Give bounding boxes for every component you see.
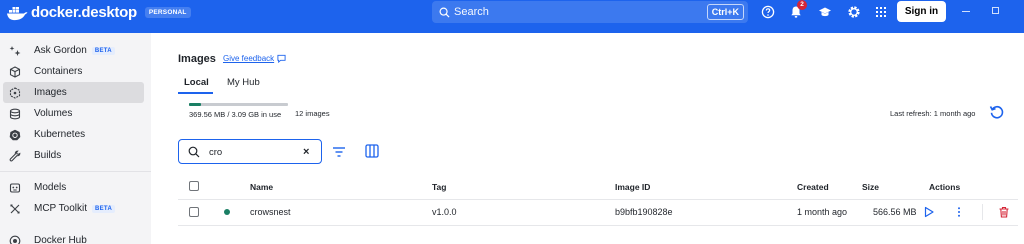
column-header-size[interactable]: Size <box>862 182 879 192</box>
column-header-actions: Actions <box>929 182 961 192</box>
disk-usage-fill <box>189 103 201 106</box>
sidebar: Ask Gordon BETA Containers Images Volume… <box>0 33 151 244</box>
title-bar: docker.desktop PERSONAL Search Ctrl+K 2 … <box>0 0 1024 33</box>
search-shortcut: Ctrl+K <box>706 4 744 20</box>
delete-icon[interactable] <box>998 206 1010 218</box>
containers-icon <box>8 65 22 79</box>
brand-name: docker.desktop <box>31 4 137 21</box>
sidebar-item-kubernetes[interactable]: Kubernetes <box>3 124 144 145</box>
filter-icon[interactable] <box>332 146 346 158</box>
builds-icon <box>8 149 22 163</box>
sidebar-item-containers[interactable]: Containers <box>3 61 144 82</box>
column-header-image-id[interactable]: Image ID <box>615 182 650 192</box>
sidebar-item-mcp-toolkit[interactable]: MCP Toolkit BETA <box>3 198 144 219</box>
column-header-name[interactable]: Name <box>250 182 273 192</box>
sidebar-item-label: Kubernetes <box>34 129 86 140</box>
sidebar-item-images[interactable]: Images <box>3 82 144 103</box>
feedback-icon <box>277 54 286 63</box>
notification-badge: 2 <box>797 0 807 10</box>
row-checkbox[interactable] <box>189 207 199 217</box>
give-feedback-label: Give feedback <box>223 54 275 63</box>
sidebar-divider <box>0 171 151 172</box>
columns-icon[interactable] <box>365 144 379 158</box>
search-input-value: cro <box>209 147 223 158</box>
image-search-input[interactable]: cro × <box>178 139 322 164</box>
table-header-divider <box>178 199 1018 200</box>
docker-logo: docker.desktop PERSONAL <box>6 4 191 21</box>
search-icon <box>188 146 200 158</box>
models-icon <box>8 181 22 195</box>
sidebar-item-docker-hub[interactable]: Docker Hub <box>3 230 144 244</box>
kubernetes-icon <box>8 128 22 142</box>
active-tab-indicator <box>178 92 213 94</box>
sidebar-item-volumes[interactable]: Volumes <box>3 103 144 124</box>
sidebar-item-models[interactable]: Models <box>3 177 144 198</box>
image-count: 12 images <box>295 109 330 118</box>
volumes-icon <box>8 107 22 121</box>
column-header-tag[interactable]: Tag <box>432 182 446 192</box>
minimize-window-icon[interactable] <box>962 11 970 12</box>
mcp-icon <box>8 202 22 216</box>
help-icon[interactable] <box>761 5 775 19</box>
image-tag: v1.0.0 <box>432 207 457 217</box>
last-refresh-text: Last refresh: 1 month ago <box>890 109 976 118</box>
images-icon <box>8 86 22 100</box>
disk-usage-text: 369.56 MB / 3.09 GB in use <box>189 110 282 119</box>
beta-badge: BETA <box>91 204 116 213</box>
plan-badge: PERSONAL <box>144 7 191 18</box>
gear-icon[interactable] <box>847 5 861 19</box>
docker-whale-icon <box>7 6 28 20</box>
table-row-divider <box>178 225 1018 226</box>
beta-badge: BETA <box>91 46 115 55</box>
refresh-icon[interactable] <box>989 104 1005 120</box>
image-id[interactable]: b9bfb190828e <box>615 207 673 217</box>
sidebar-item-label: Images <box>34 87 67 98</box>
docker-hub-icon <box>8 234 22 244</box>
select-all-checkbox[interactable] <box>189 181 199 191</box>
image-size: 566.56 MB <box>873 207 917 217</box>
sidebar-item-builds[interactable]: Builds <box>3 145 144 166</box>
sidebar-item-label: Ask Gordon <box>34 45 87 56</box>
sidebar-item-ask-gordon[interactable]: Ask Gordon BETA <box>3 40 144 61</box>
global-search[interactable]: Search Ctrl+K <box>432 1 748 23</box>
sidebar-item-label: Models <box>34 182 67 193</box>
in-use-status-dot <box>224 209 230 215</box>
column-header-created[interactable]: Created <box>797 182 829 192</box>
tab-my-hub[interactable]: My Hub <box>227 77 260 88</box>
extensions-grid-icon[interactable] <box>874 5 888 19</box>
sidebar-item-label: Builds <box>34 150 62 161</box>
image-name[interactable]: crowsnest <box>250 207 291 217</box>
sidebar-item-label: Docker Hub <box>34 235 87 244</box>
clear-search-icon[interactable]: × <box>303 146 309 158</box>
give-feedback-link[interactable]: Give feedback <box>223 54 286 63</box>
more-options-icon[interactable] <box>953 206 965 218</box>
search-placeholder: Search <box>454 6 489 18</box>
actions-divider <box>982 204 983 220</box>
tab-local[interactable]: Local <box>184 77 209 88</box>
disk-usage-bar <box>189 103 288 106</box>
page-title: Images <box>178 53 216 65</box>
sidebar-item-label: MCP Toolkit <box>34 203 87 214</box>
sign-in-button[interactable]: Sign in <box>897 1 946 22</box>
image-created: 1 month ago <box>797 207 848 217</box>
search-icon <box>439 7 450 18</box>
sidebar-item-label: Containers <box>34 66 83 77</box>
run-icon[interactable] <box>923 206 935 218</box>
sidebar-item-label: Volumes <box>34 108 73 119</box>
learning-center-icon[interactable] <box>818 5 832 19</box>
maximize-window-icon[interactable] <box>992 7 999 14</box>
sparkle-icon <box>8 44 22 58</box>
